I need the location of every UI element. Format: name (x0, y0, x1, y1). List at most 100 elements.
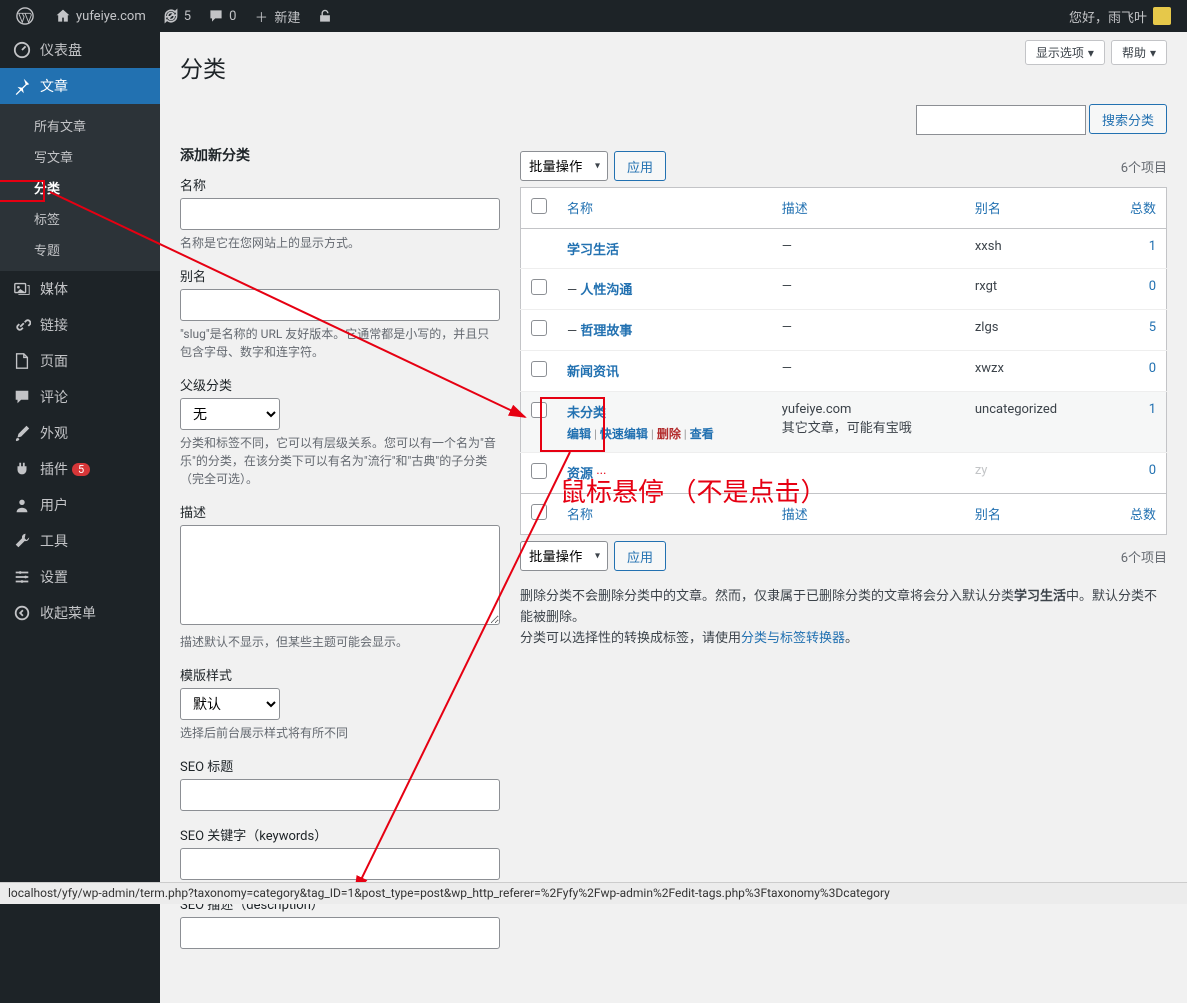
row-desc: — (772, 269, 965, 310)
col-count[interactable]: 总数 (1097, 188, 1167, 229)
row-name-link[interactable]: 哲理故事 (580, 324, 632, 339)
row-slug: zlgs (965, 310, 1097, 351)
site-link[interactable]: yufeiye.com (46, 0, 154, 32)
parent-desc: 分类和标签不同，它可以有层级关系。您可以有一个名为"音乐"的分类，在该分类下可以… (180, 434, 500, 488)
slug-label: 别名 (180, 266, 500, 285)
page-title: 分类 (180, 32, 1167, 94)
collapse-icon (12, 603, 32, 623)
menu-collapse[interactable]: 收起菜单 (0, 595, 160, 631)
name-input[interactable] (180, 198, 500, 230)
menu-links[interactable]: 链接 (0, 307, 160, 343)
table-row: — 哲理故事 — zlgs 5 (521, 310, 1167, 351)
col-desc[interactable]: 描述 (772, 188, 965, 229)
row-count[interactable]: 0 (1149, 463, 1156, 478)
menu-media[interactable]: 媒体 (0, 271, 160, 307)
row-checkbox[interactable] (531, 463, 547, 479)
submenu-new-post[interactable]: 写文章 (0, 141, 160, 172)
converter-link[interactable]: 分类与标签转换器 (741, 631, 845, 646)
row-desc (772, 453, 965, 494)
submenu-topics[interactable]: 专题 (0, 234, 160, 265)
admin-sidebar: 仪表盘 文章 所有文章 写文章 分类 标签 专题 媒体 链接 页面 评论 外观 … (0, 32, 160, 1003)
parent-select[interactable]: 无 (180, 398, 280, 430)
row-name-link[interactable]: 新闻资讯 (567, 365, 619, 380)
row-count[interactable]: 0 (1149, 279, 1156, 294)
table-row: 新闻资讯 — xwzx 0 (521, 351, 1167, 392)
menu-plugins[interactable]: 插件5 (0, 451, 160, 487)
user-greeting[interactable]: 您好，雨飞叶 (1061, 0, 1179, 32)
plugins-badge: 5 (72, 463, 90, 476)
col-name[interactable]: 名称 (557, 188, 772, 229)
seo-desc-input[interactable] (180, 917, 500, 949)
new-link[interactable]: ＋新建 (244, 0, 308, 32)
wrench-icon (12, 531, 32, 551)
row-count[interactable]: 1 (1149, 239, 1156, 254)
menu-appearance[interactable]: 外观 (0, 415, 160, 451)
col-slug[interactable]: 别名 (965, 188, 1097, 229)
col-slug-foot[interactable]: 别名 (965, 494, 1097, 535)
seo-keywords-input[interactable] (180, 848, 500, 880)
menu-tools[interactable]: 工具 (0, 523, 160, 559)
menu-dashboard[interactable]: 仪表盘 (0, 32, 160, 68)
row-checkbox[interactable] (531, 320, 547, 336)
desc-input[interactable] (180, 525, 500, 625)
pin-icon (12, 76, 32, 96)
menu-settings[interactable]: 设置 (0, 559, 160, 595)
menu-comments[interactable]: 评论 (0, 379, 160, 415)
submenu-categories[interactable]: 分类 (0, 172, 160, 203)
bulk-action-select-bottom[interactable]: 批量操作 (520, 541, 608, 571)
seo-title-input[interactable] (180, 779, 500, 811)
row-view[interactable]: 查看 (690, 427, 714, 441)
bulk-action-select-top[interactable]: 批量操作 (520, 151, 608, 181)
apply-button-bottom[interactable]: 应用 (614, 541, 666, 571)
updates-link[interactable]: 5 (154, 0, 199, 32)
menu-posts[interactable]: 文章 (0, 68, 160, 104)
row-desc: — (772, 229, 965, 269)
main-content: 显示选项 ▾ 帮助 ▾ 分类 搜索分类 添加新分类 名称 名称是它在您网站上的显… (160, 32, 1187, 1003)
comments-count: 0 (229, 9, 236, 24)
search-input[interactable] (916, 105, 1086, 135)
row-name-link[interactable]: 学习生活 (567, 243, 619, 258)
menu-pages[interactable]: 页面 (0, 343, 160, 379)
row-count[interactable]: 1 (1149, 402, 1156, 417)
help-tab[interactable]: 帮助 ▾ (1111, 40, 1167, 65)
link-icon (12, 315, 32, 335)
browser-status-bar: localhost/yfy/wp-admin/term.php?taxonomy… (0, 882, 1187, 904)
screen-options-tab[interactable]: 显示选项 ▾ (1025, 40, 1105, 65)
row-count[interactable]: 5 (1149, 320, 1156, 335)
col-name-foot[interactable]: 名称 (557, 494, 772, 535)
submenu-tags[interactable]: 标签 (0, 203, 160, 234)
slug-input[interactable] (180, 289, 500, 321)
row-slug: rxgt (965, 269, 1097, 310)
chevron-down-icon: ▾ (1088, 46, 1094, 60)
sliders-icon (12, 567, 32, 587)
table-row: 学习生活 — xxsh 1 (521, 229, 1167, 269)
row-delete[interactable]: 删除 (657, 427, 681, 441)
row-name-link[interactable]: 未分类 (567, 406, 606, 421)
search-button[interactable]: 搜索分类 (1089, 104, 1167, 134)
row-slug: xwzx (965, 351, 1097, 392)
item-count-bottom: 6个项目 (1121, 547, 1167, 566)
col-desc-foot[interactable]: 描述 (772, 494, 965, 535)
col-count-foot[interactable]: 总数 (1097, 494, 1167, 535)
menu-users[interactable]: 用户 (0, 487, 160, 523)
parent-label: 父级分类 (180, 375, 500, 394)
row-checkbox[interactable] (531, 402, 547, 418)
row-checkbox[interactable] (531, 279, 547, 295)
comments-link[interactable]: 0 (199, 0, 244, 32)
submenu-all-posts[interactable]: 所有文章 (0, 110, 160, 141)
select-all-bottom[interactable] (531, 504, 547, 520)
row-checkbox[interactable] (531, 361, 547, 377)
row-desc: — (772, 310, 965, 351)
wp-logo[interactable] (8, 0, 46, 32)
row-name-link[interactable]: 人性沟通 (580, 283, 632, 298)
row-quick-edit[interactable]: 快速编辑 (600, 427, 648, 441)
table-row: — 人性沟通 — rxgt 0 (521, 269, 1167, 310)
template-select[interactable]: 默认 (180, 688, 280, 720)
select-all-top[interactable] (531, 198, 547, 214)
lock-link[interactable] (308, 0, 346, 32)
comment-icon (207, 7, 225, 25)
row-edit[interactable]: 编辑 (567, 427, 591, 441)
row-slug: uncategorized (965, 392, 1097, 453)
apply-button-top[interactable]: 应用 (614, 151, 666, 181)
row-count[interactable]: 0 (1149, 361, 1156, 376)
